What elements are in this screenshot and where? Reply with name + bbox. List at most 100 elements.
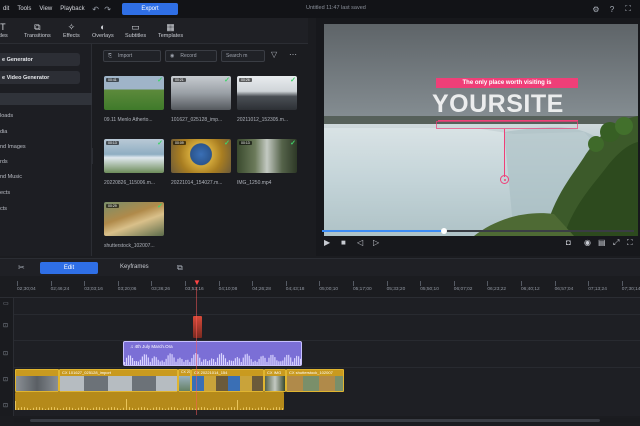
lock-icon[interactable]: ⊡: [3, 350, 8, 357]
anchor-target-icon[interactable]: [500, 175, 509, 184]
generator-button[interactable]: e Generator: [0, 53, 80, 66]
tab-titles[interactable]: T itles: [0, 21, 8, 39]
sidebar-item-effects[interactable]: ects: [0, 190, 10, 196]
media-thumb-4[interactable]: 00:09 ✓: [171, 139, 231, 173]
record-dropdown[interactable]: ◉ Record: [165, 50, 217, 62]
sidebar-item-media[interactable]: dia: [0, 129, 7, 135]
ruler-tick-label: 04;10;08: [218, 281, 238, 292]
record-voice-icon[interactable]: ◉: [584, 238, 591, 247]
help-icon[interactable]: ?: [606, 3, 618, 15]
snapshot-icon[interactable]: ◘: [566, 238, 571, 247]
ruler-tick-label: 04;26;28: [252, 281, 271, 292]
thumb-duration: 00:09: [173, 141, 186, 145]
tab-effects[interactable]: ✧ Effects: [63, 21, 80, 39]
fullscreen-preview-icon[interactable]: ⛶: [627, 238, 633, 248]
record-label: Record: [180, 53, 197, 59]
detach-icon[interactable]: ⧉: [177, 263, 183, 273]
media-thumb-2[interactable]: 00:26 ✓: [237, 76, 297, 110]
search-input[interactable]: Search m: [221, 50, 265, 62]
preview-scrubber[interactable]: [322, 228, 634, 234]
check-icon: ✓: [224, 77, 230, 84]
scrubber-progress: [322, 230, 444, 232]
clip-frames: [16, 376, 58, 391]
playhead-line[interactable]: [196, 287, 197, 415]
preview-canvas[interactable]: The only place worth visiting is YOURSIT…: [324, 24, 638, 236]
video-clip-5[interactable]: CX shutterstock_102007: [286, 369, 344, 392]
media-name-1: 101627_025128_imp...: [171, 117, 223, 123]
more-icon[interactable]: ⋯: [289, 50, 297, 59]
fullscreen-icon[interactable]: ⛶: [622, 3, 634, 15]
text-icon: T: [0, 22, 6, 32]
track-divider: [14, 340, 640, 341]
play-icon[interactable]: ▶: [324, 238, 330, 247]
timeline-scrollbar[interactable]: [14, 418, 640, 423]
scrubber-handle[interactable]: [440, 228, 447, 234]
tab-overlays[interactable]: ◐ Overlays: [92, 21, 114, 39]
edit-tab[interactable]: Edit: [40, 262, 98, 274]
media-library: ⎘ Import ◉ Record Search m ▽ ⋯ 00:41 ✓ 0…: [93, 44, 308, 256]
lock-icon[interactable]: ⊡: [3, 402, 8, 409]
stop-icon[interactable]: ■: [341, 238, 346, 247]
video-clip-3[interactable]: CX 20221014_154: [191, 369, 264, 392]
redo-icon[interactable]: ↷: [102, 3, 114, 15]
check-icon: ✓: [290, 77, 296, 84]
check-icon: ✓: [290, 140, 296, 147]
keyframes-tab[interactable]: Keyframes: [120, 264, 149, 270]
clip-frames: [287, 376, 343, 391]
tab-transitions[interactable]: ⧉ Transitions: [24, 21, 51, 39]
sidebar-item-uploads[interactable]: loads: [0, 113, 13, 119]
add-track-icon[interactable]: ▭: [3, 300, 9, 307]
check-icon: ✓: [224, 140, 230, 147]
media-toolbar: T itles ⧉ Transitions ✧ Effects ◐ Overla…: [0, 18, 308, 44]
tab-subtitles[interactable]: ▭ Subtitles: [125, 21, 146, 39]
quality-icon[interactable]: ▤: [598, 238, 606, 247]
menu-tools[interactable]: Tools: [17, 6, 31, 12]
media-thumb-6[interactable]: 00:29 ✓: [104, 202, 164, 236]
video-audio-track[interactable]: [15, 392, 284, 410]
import-dropdown[interactable]: ⎘ Import: [103, 50, 161, 62]
media-name-2: 20211012_152305.m...: [237, 117, 289, 123]
scissors-icon[interactable]: ✂: [18, 263, 25, 272]
tab-label: Transitions: [24, 33, 51, 39]
video-clip-0[interactable]: [15, 369, 59, 392]
menu-playback[interactable]: Playback: [60, 6, 84, 12]
media-name-0: 09.11 Menlo Atherto...: [104, 117, 153, 123]
video-generator-button[interactable]: e Video Generator: [0, 71, 80, 84]
media-thumb-0[interactable]: 00:41 ✓: [104, 76, 164, 110]
scrollbar-thumb[interactable]: [30, 419, 600, 422]
video-clip-1[interactable]: CX 101627_025128_import: [59, 369, 178, 392]
sidebar-item-music[interactable]: nd Music: [0, 174, 22, 180]
video-clip-2[interactable]: CX 2022: [178, 369, 191, 392]
tab-label: Templates: [158, 33, 184, 39]
menu-edit[interactable]: dit: [3, 6, 9, 12]
tab-templates[interactable]: ▦ Templates: [158, 21, 183, 39]
filter-icon[interactable]: ▽: [271, 50, 277, 59]
media-thumb-5[interactable]: 00:13 ✓: [237, 139, 297, 173]
title-banner[interactable]: The only place worth visiting is: [436, 78, 578, 88]
next-frame-icon[interactable]: ▷: [373, 238, 379, 247]
audio-clip-name: 4th July March.Ora: [134, 344, 173, 349]
sidebar-active-row: [0, 93, 92, 105]
settings-icon[interactable]: ⚙: [590, 3, 602, 15]
export-button[interactable]: Export: [122, 3, 178, 15]
selection-box[interactable]: [436, 121, 578, 129]
timeline-ruler[interactable]: 02;30;04 02;46;24 03;03;16 03;20;06 03;36;26…: [0, 276, 640, 298]
sidebar-item-projects[interactable]: cts: [0, 206, 7, 212]
lock-icon[interactable]: ⊡: [3, 376, 8, 383]
playhead-marker-icon[interactable]: ▼: [193, 278, 201, 287]
undo-icon[interactable]: ↶: [90, 3, 102, 15]
headline-text[interactable]: YOURSITE: [432, 90, 564, 119]
ruler-tick-label: 03;36;26: [151, 281, 171, 292]
video-clip-4[interactable]: CX IMG: [264, 369, 286, 392]
lock-icon[interactable]: ⊡: [3, 322, 8, 329]
prev-frame-icon[interactable]: ◁: [357, 238, 363, 247]
media-thumb-3[interactable]: 00:13 ✓: [104, 139, 164, 173]
media-thumb-1[interactable]: 00:21 ✓: [171, 76, 231, 110]
thumb-duration: 00:21: [173, 78, 186, 82]
zoom-fit-icon[interactable]: ⤢: [613, 238, 619, 248]
sidebar-item-boards[interactable]: rds: [0, 159, 8, 165]
audio-clip[interactable]: ♫ 4th July March.Ora: [123, 341, 302, 366]
menu-view[interactable]: View: [39, 6, 52, 12]
sidebar-item-images[interactable]: nd Images: [0, 144, 26, 150]
overlay-clip[interactable]: [193, 316, 202, 338]
